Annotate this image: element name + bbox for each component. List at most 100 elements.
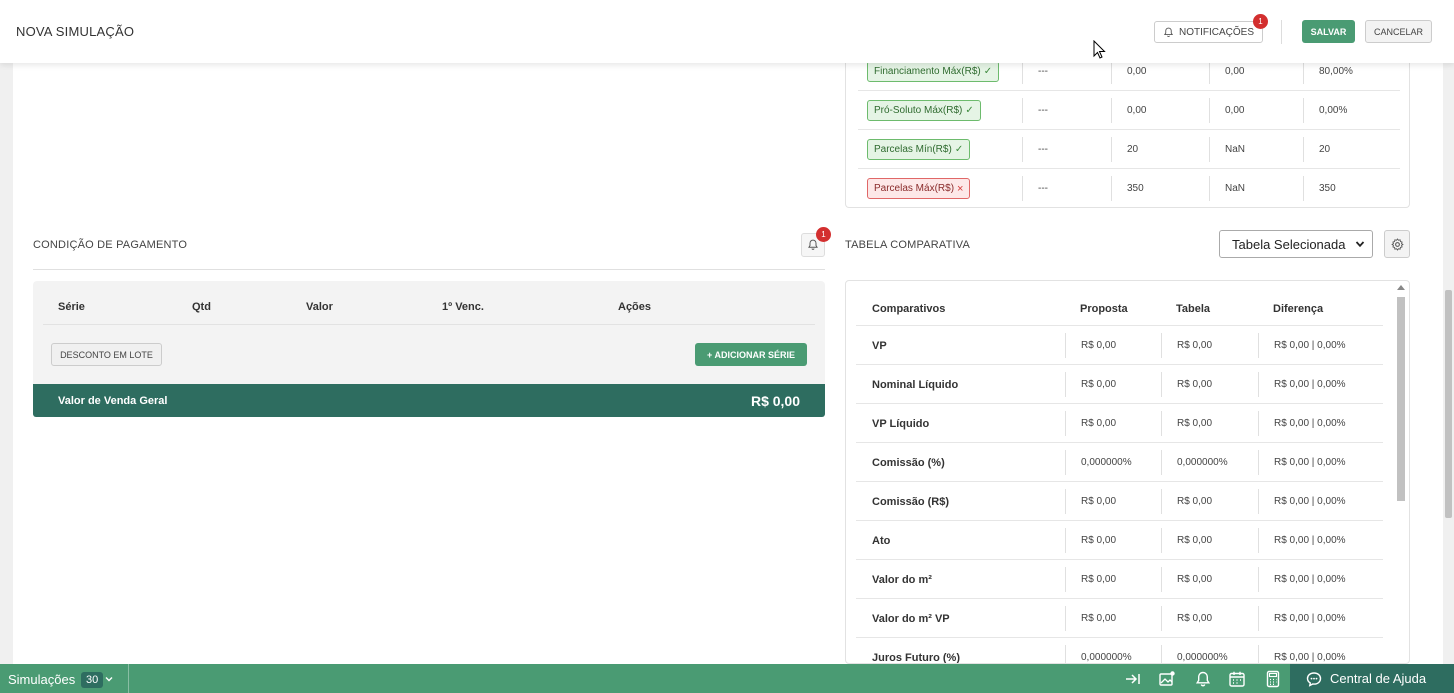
batch-discount-button[interactable]: DESCONTO EM LOTE — [51, 343, 162, 366]
column-header: Valor — [306, 301, 333, 313]
section-divider — [33, 269, 825, 270]
limit-label: Parcelas Mín(R$) — [874, 144, 952, 155]
difference-value: R$ 0,00 | 0,00% — [1258, 606, 1346, 631]
total-sale-value: R$ 0,00 — [750, 393, 800, 409]
bell-icon — [808, 239, 818, 250]
proposal-value: R$ 0,00 — [1065, 411, 1116, 436]
notifications-button[interactable]: NOTIFICAÇÕES — [1154, 21, 1264, 43]
scrollbar-thumb[interactable] — [1397, 297, 1405, 501]
table-row: VP Líquido R$ 0,00 R$ 0,00 R$ 0,00 | 0,0… — [856, 404, 1383, 443]
limit-cell: 20 — [1111, 137, 1138, 162]
limit-tag-error: Parcelas Máx(R$) × — [867, 178, 971, 199]
limit-tag-ok: Parcelas Mín(R$) ✓ — [867, 139, 971, 160]
payment-alerts-badge: 1 — [816, 227, 831, 242]
difference-value: R$ 0,00 | 0,00% — [1258, 567, 1346, 592]
check-icon: ✓ — [983, 66, 993, 77]
comparative-section-title: TABELA COMPARATIVA — [845, 239, 971, 251]
scroll-up-arrow-icon[interactable] — [1397, 285, 1405, 290]
notifications-label: NOTIFICAÇÕES — [1179, 26, 1255, 38]
save-button[interactable]: SALVAR — [1302, 20, 1355, 43]
difference-value: R$ 0,00 | 0,00% — [1258, 372, 1346, 397]
limit-cell: --- — [1022, 176, 1048, 201]
table-value: R$ 0,00 — [1161, 489, 1212, 514]
cancel-button[interactable]: CANCELAR — [1365, 20, 1432, 43]
bottom-bar: Simulações 30 Central de Ajuda — [0, 664, 1454, 693]
limit-cell: NaN — [1209, 176, 1245, 201]
simulations-label[interactable]: Simulações — [8, 672, 75, 687]
calendar-icon[interactable] — [1228, 670, 1246, 688]
table-row: Juros Futuro (%) 0,000000% 0,000000% R$ … — [856, 638, 1383, 663]
row-name: Ato — [872, 534, 891, 547]
row-name: Comissão (%) — [872, 456, 945, 469]
proposal-value: R$ 0,00 — [1065, 606, 1116, 631]
notifications-badge: 1 — [1253, 14, 1268, 29]
chevron-down-icon[interactable] — [104, 674, 114, 684]
settings-button[interactable] — [1384, 230, 1410, 258]
column-header: Série — [58, 301, 85, 313]
footer-divider — [128, 664, 129, 693]
limit-cell: 0,00% — [1303, 98, 1347, 123]
table-value: R$ 0,00 — [1161, 528, 1212, 553]
add-series-button[interactable]: + ADICIONAR SÉRIE — [695, 343, 807, 366]
limit-label: Parcelas Máx(R$) — [874, 183, 955, 194]
proposal-value: R$ 0,00 — [1065, 372, 1116, 397]
table-select[interactable]: Tabela Selecionada — [1219, 230, 1373, 258]
table-row: Comissão (%) 0,000000% 0,000000% R$ 0,00… — [856, 443, 1383, 482]
total-sale-bar: Valor de Venda Geral R$ 0,00 — [33, 384, 825, 417]
table-row: Valor do m² R$ 0,00 R$ 0,00 R$ 0,00 | 0,… — [856, 560, 1383, 599]
table-value: R$ 0,00 — [1161, 333, 1212, 358]
page-scrollbar-thumb[interactable] — [1445, 290, 1452, 518]
column-header: Tabela — [1176, 303, 1211, 315]
limit-cell: 0,00 — [1209, 98, 1244, 123]
proposal-value: 0,000000% — [1065, 645, 1132, 663]
column-header: 1º Venc. — [442, 301, 484, 313]
table-value: R$ 0,00 — [1161, 606, 1212, 631]
payment-table: Série Qtd Valor 1º Venc. Ações DESCONTO … — [33, 281, 825, 385]
limit-cell: --- — [1022, 98, 1048, 123]
row-name: Nominal Líquido — [872, 378, 959, 391]
proposal-value: R$ 0,00 — [1065, 567, 1116, 592]
comparative-scrollbar[interactable] — [1395, 283, 1407, 664]
table-select-value: Tabela Selecionada — [1232, 236, 1346, 252]
difference-value: R$ 0,00 | 0,00% — [1258, 489, 1346, 514]
column-header: Diferença — [1273, 303, 1324, 315]
difference-value: R$ 0,00 | 0,00% — [1258, 645, 1346, 663]
proposal-value: R$ 0,00 — [1065, 333, 1116, 358]
limit-cell: --- — [1022, 137, 1048, 162]
limit-row: Parcelas Mín(R$) ✓ --- 20 NaN 20 — [858, 130, 1400, 169]
help-center-button[interactable]: Central de Ajuda — [1290, 664, 1454, 693]
calculator-icon[interactable] — [1264, 670, 1282, 688]
page-title: NOVA SIMULAÇÃO — [16, 24, 135, 39]
page-scrollbar[interactable] — [1443, 62, 1454, 664]
table-row: Comissão (R$) R$ 0,00 R$ 0,00 R$ 0,00 | … — [856, 482, 1383, 521]
collapse-right-icon[interactable] — [1124, 670, 1142, 688]
help-center-label: Central de Ajuda — [1330, 671, 1427, 686]
limit-tag-ok: Pró-Soluto Máx(R$) ✓ — [867, 100, 981, 121]
limit-cell: 0,00 — [1111, 98, 1146, 123]
limit-row: Pró-Soluto Máx(R$) ✓ --- 0,00 0,00 0,00% — [858, 91, 1400, 130]
table-value: 0,000000% — [1161, 450, 1228, 475]
difference-value: R$ 0,00 | 0,00% — [1258, 528, 1346, 553]
column-header: Qtd — [192, 301, 211, 313]
limit-cell: 20 — [1303, 137, 1330, 162]
table-value: 0,000000% — [1161, 645, 1228, 663]
payment-table-header: Série Qtd Valor 1º Venc. Ações — [43, 281, 815, 325]
header-divider — [1281, 20, 1282, 44]
mouse-cursor-icon — [1093, 40, 1106, 59]
table-row: Ato R$ 0,00 R$ 0,00 R$ 0,00 | 0,00% — [856, 521, 1383, 560]
row-name: VP Líquido — [872, 417, 930, 430]
check-icon: ✓ — [954, 144, 964, 155]
comparative-table-header: Comparativos Proposta Tabela Diferença — [856, 281, 1383, 326]
total-sale-label: Valor de Venda Geral — [58, 395, 168, 407]
image-notification-icon[interactable] — [1158, 670, 1176, 688]
table-value: R$ 0,00 — [1161, 411, 1212, 436]
limit-tag-ok: Financiamento Máx(R$) ✓ — [867, 61, 1000, 82]
row-name: VP — [872, 339, 887, 352]
row-name: Valor do m² — [872, 573, 932, 586]
limits-table: Financiamento Máx(R$) ✓ --- 0,00 0,00 80,… — [845, 52, 1410, 208]
bell-icon[interactable] — [1194, 670, 1212, 688]
column-header: Proposta — [1080, 303, 1128, 315]
limit-row: Parcelas Máx(R$) × --- 350 NaN 350 — [858, 169, 1400, 208]
limit-cell: NaN — [1209, 137, 1245, 162]
chevron-down-icon — [1355, 241, 1365, 248]
